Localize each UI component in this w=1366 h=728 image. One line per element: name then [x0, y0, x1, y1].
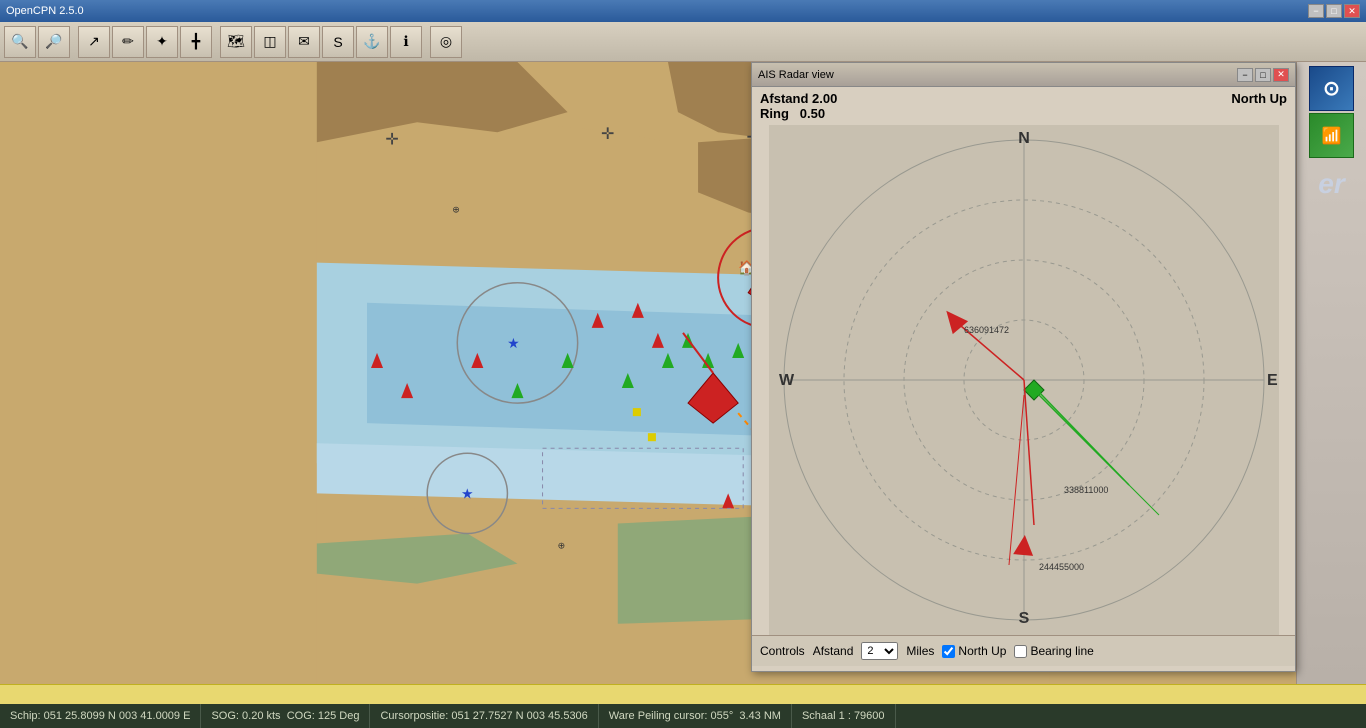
svg-text:⊕: ⊕: [452, 204, 460, 214]
status-progress: [0, 685, 820, 704]
ais-maximize-button[interactable]: □: [1255, 68, 1271, 82]
anchor-button[interactable]: ⚓: [356, 26, 388, 58]
ais-minimize-button[interactable]: −: [1237, 68, 1253, 82]
mark-tool-button[interactable]: ✏: [112, 26, 144, 58]
window-controls: − □ ✕: [1308, 4, 1360, 18]
afstand-control-label: Afstand: [813, 644, 854, 658]
svg-text:E: E: [1267, 372, 1278, 389]
app-titlebar: OpenCPN 2.5.0 − □ ✕: [0, 0, 1366, 22]
close-button[interactable]: ✕: [1344, 4, 1360, 18]
info-bar: Schip: 051 25.8099 N 003 41.0009 E SOG: …: [0, 704, 1366, 728]
app-watermark: er: [1318, 168, 1344, 200]
bearing-line-checkbox[interactable]: [1014, 645, 1027, 658]
svg-text:N: N: [1018, 130, 1030, 147]
bearing-info: Ware Peiling cursor: 055° 3.43 NM: [599, 704, 792, 728]
app-title: OpenCPN 2.5.0: [6, 5, 84, 17]
settings-button[interactable]: S: [322, 26, 354, 58]
svg-text:636091472: 636091472: [964, 325, 1009, 335]
ship-position-info: Schip: 051 25.8099 N 003 41.0009 E: [0, 704, 201, 728]
radar-svg: N S E W 636091472 338811000: [769, 125, 1279, 635]
afstand-value: 2.00: [812, 91, 837, 106]
ais-info-panel: Afstand 2.00 Ring 0.50 North Up: [752, 87, 1295, 125]
info-button[interactable]: ℹ: [390, 26, 422, 58]
svg-text:244455000: 244455000: [1039, 562, 1084, 572]
ais-controls-panel: Controls Afstand 2 4 8 16 Miles North Up…: [752, 635, 1295, 666]
ais-radar-window[interactable]: AIS Radar view − □ ✕ Afstand 2.00 Ring: [751, 62, 1296, 672]
route-tool-button[interactable]: ↗: [78, 26, 110, 58]
maximize-button[interactable]: □: [1326, 4, 1342, 18]
ring-label: Ring: [760, 106, 789, 121]
controls-label: Controls: [760, 644, 805, 658]
right-sidebar: ⊙ 📶 er: [1296, 62, 1366, 684]
main-area: ★ ★ ★ ★: [0, 62, 1366, 684]
svg-text:✛: ✛: [385, 130, 398, 148]
svg-text:★: ★: [461, 485, 474, 501]
ais-afstand-row: Afstand 2.00: [760, 91, 837, 106]
ais-radar-title: AIS Radar view: [758, 69, 834, 81]
svg-text:S: S: [1018, 610, 1029, 627]
ais-close-button[interactable]: ✕: [1273, 68, 1289, 82]
svg-text:⊕: ⊕: [558, 541, 566, 551]
afstand-dropdown[interactable]: 2 4 8 16: [861, 642, 898, 660]
ais-distance-info: Afstand 2.00 Ring 0.50: [760, 91, 837, 121]
open-chart-button[interactable]: 🗺: [220, 26, 252, 58]
sog-info: SOG: 0.20 kts COG: 125 Deg: [201, 704, 370, 728]
north-up-checkbox[interactable]: [942, 645, 955, 658]
zoom-in-button[interactable]: 🔍: [4, 26, 36, 58]
minimize-button[interactable]: −: [1308, 4, 1324, 18]
gps-button[interactable]: ◎: [430, 26, 462, 58]
main-toolbar: 🔍 🔎 ↗ ✏ ✦ ╋ 🗺 ◫ ✉ S ⚓ ℹ ◎: [0, 22, 1366, 62]
north-up-checkbox-label[interactable]: North Up: [942, 644, 1006, 658]
ais-ring-row: Ring 0.50: [760, 106, 837, 121]
cursor-tool-button[interactable]: ✦: [146, 26, 178, 58]
gps-status-icon: 📶: [1309, 113, 1354, 158]
chart-area[interactable]: ★ ★ ★ ★: [0, 62, 1366, 684]
svg-text:W: W: [779, 372, 795, 389]
svg-text:★: ★: [507, 335, 520, 351]
radar-display: N S E W 636091472 338811000: [769, 125, 1279, 635]
progress-statusbar: [0, 684, 1366, 704]
zoom-out-button[interactable]: 🔎: [38, 26, 70, 58]
ais-window-controls: − □ ✕: [1237, 68, 1289, 82]
ais-radar-titlebar: AIS Radar view − □ ✕: [752, 63, 1295, 87]
bearing-line-checkbox-label[interactable]: Bearing line: [1014, 644, 1093, 658]
waypoint-tool-button[interactable]: ╋: [180, 26, 212, 58]
scale-info: Schaal 1 : 79600: [792, 704, 896, 728]
north-up-indicator: North Up: [1231, 91, 1287, 106]
opencpn-logo: ⊙: [1309, 66, 1354, 111]
svg-text:✛: ✛: [601, 125, 614, 143]
afstand-label: Afstand: [760, 91, 808, 106]
svg-text:338811000: 338811000: [1064, 485, 1108, 495]
cursor-position-info: Cursorpositie: 051 27.7527 N 003 45.5306: [370, 704, 598, 728]
miles-label: Miles: [906, 644, 934, 658]
ring-value: 0.50: [793, 106, 826, 121]
layers-button[interactable]: ◫: [254, 26, 286, 58]
email-button[interactable]: ✉: [288, 26, 320, 58]
